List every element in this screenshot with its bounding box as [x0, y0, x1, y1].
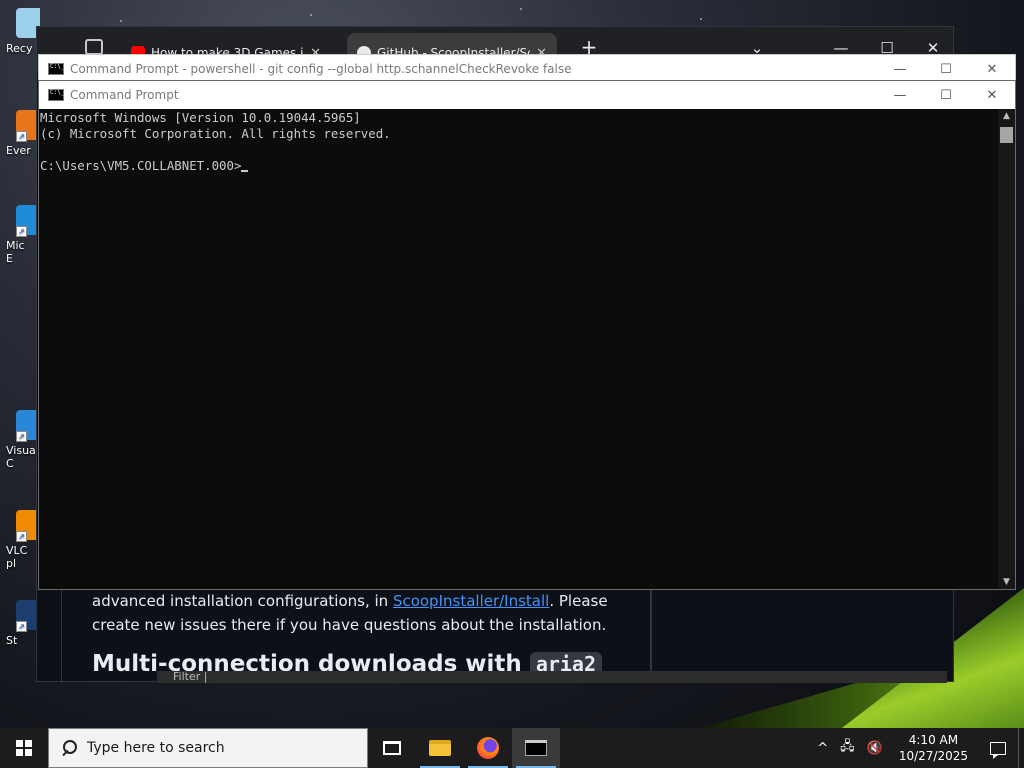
- text-cursor: [241, 170, 249, 172]
- desktop-icon[interactable]: ↗ Ever: [6, 110, 40, 157]
- vertical-scrollbar[interactable]: ▲ ▼: [998, 109, 1015, 589]
- shortcut-arrow-icon: ↗: [16, 226, 27, 237]
- filter-bar[interactable]: Filter |: [157, 671, 947, 683]
- desktop-icon[interactable]: ↗ VLC pl: [6, 510, 40, 570]
- desktop-icon[interactable]: ↗ St: [6, 600, 40, 647]
- desktop-icon-label: Recy: [6, 42, 33, 55]
- desktop-icon[interactable]: ↗ Visua C: [6, 410, 40, 470]
- readme-content: advanced installation configurations, in…: [61, 587, 651, 683]
- shortcut-arrow-icon: ↗: [16, 431, 27, 442]
- firefox-button[interactable]: [464, 728, 512, 768]
- search-placeholder: Type here to search: [87, 740, 225, 756]
- terminal-line: (c) Microsoft Corporation. All rights re…: [40, 126, 391, 141]
- search-icon: [61, 740, 77, 756]
- shortcut-arrow-icon: ↗: [16, 621, 27, 632]
- desktop-icon[interactable]: Recy: [6, 8, 40, 55]
- system-tray: ^ 🖧 🔇 4:10 AM 10/27/2025: [811, 728, 1024, 768]
- firefox-icon: [477, 737, 499, 759]
- github-sidebar: [651, 587, 953, 683]
- file-explorer-button[interactable]: [416, 728, 464, 768]
- task-view-button[interactable]: [368, 728, 416, 768]
- maximize-button[interactable]: ☐: [923, 55, 969, 83]
- desktop-icon-label: VLC pl: [6, 544, 28, 570]
- desktop-icon-label: Mic E: [6, 239, 25, 265]
- network-icon[interactable]: 🖧: [834, 728, 861, 768]
- taskbar-search-box[interactable]: Type here to search: [48, 728, 368, 768]
- clock[interactable]: 4:10 AM 10/27/2025: [889, 732, 978, 764]
- volume-muted-icon[interactable]: 🔇: [861, 728, 889, 768]
- tab-actions-icon[interactable]: [85, 39, 103, 55]
- close-button[interactable]: ✕: [969, 55, 1015, 83]
- shortcut-arrow-icon: ↗: [16, 531, 27, 542]
- windows-logo-icon: [16, 740, 32, 756]
- window-title: Command Prompt - powershell - git config…: [70, 62, 572, 76]
- clock-date: 10/27/2025: [898, 749, 968, 763]
- cmd-powershell-titlebar[interactable]: Command Prompt - powershell - git config…: [39, 55, 1015, 83]
- desktop-icon-label: St: [6, 634, 18, 647]
- shortcut-arrow-icon: ↗: [16, 131, 27, 142]
- readme-paragraph: advanced installation configurations, in…: [92, 592, 608, 634]
- close-button[interactable]: ✕: [969, 81, 1015, 109]
- start-button[interactable]: [0, 728, 48, 768]
- cmd-window[interactable]: Command Prompt — ☐ ✕ Microsoft Windows […: [38, 80, 1016, 590]
- terminal-output[interactable]: Microsoft Windows [Version 10.0.19044.59…: [39, 109, 999, 589]
- cmd-icon: [48, 63, 64, 75]
- desktop-icon[interactable]: ↗ Mic E: [6, 205, 40, 265]
- folder-icon: [429, 740, 451, 756]
- install-repo-link[interactable]: ScoopInstaller/Install: [393, 592, 549, 610]
- terminal-prompt: C:\Users\VM5.COLLABNET.000>: [40, 158, 242, 173]
- scroll-down-arrow-icon[interactable]: ▼: [998, 577, 1015, 587]
- task-view-icon: [383, 741, 401, 755]
- taskbar: Type here to search ^ 🖧 🔇 4:10 AM 10/27/…: [0, 728, 1024, 768]
- minimize-button[interactable]: —: [877, 55, 923, 83]
- notification-icon: [990, 741, 1006, 759]
- command-prompt-taskbar-button[interactable]: [512, 728, 560, 768]
- maximize-button[interactable]: ☐: [923, 81, 969, 109]
- scrollbar-thumb[interactable]: [1000, 127, 1013, 143]
- show-hidden-icons-chevron-icon[interactable]: ^: [811, 728, 834, 768]
- cmd-titlebar[interactable]: Command Prompt — ☐ ✕: [39, 81, 1015, 109]
- desktop-icon-label: Visua C: [6, 444, 36, 470]
- action-center-button[interactable]: [978, 728, 1018, 768]
- terminal-line: Microsoft Windows [Version 10.0.19044.59…: [40, 110, 361, 125]
- clock-time: 4:10 AM: [908, 733, 959, 747]
- scroll-up-arrow-icon[interactable]: ▲: [998, 111, 1015, 121]
- terminal-prompt-line[interactable]: C:\Users\VM5.COLLABNET.000>: [40, 158, 999, 174]
- cmd-icon: [48, 89, 64, 101]
- cmd-icon: [525, 740, 547, 756]
- window-title: Command Prompt: [70, 88, 179, 102]
- show-desktop-button[interactable]: [1018, 728, 1024, 768]
- minimize-button[interactable]: —: [877, 81, 923, 109]
- desktop-icon-label: Ever: [6, 144, 31, 157]
